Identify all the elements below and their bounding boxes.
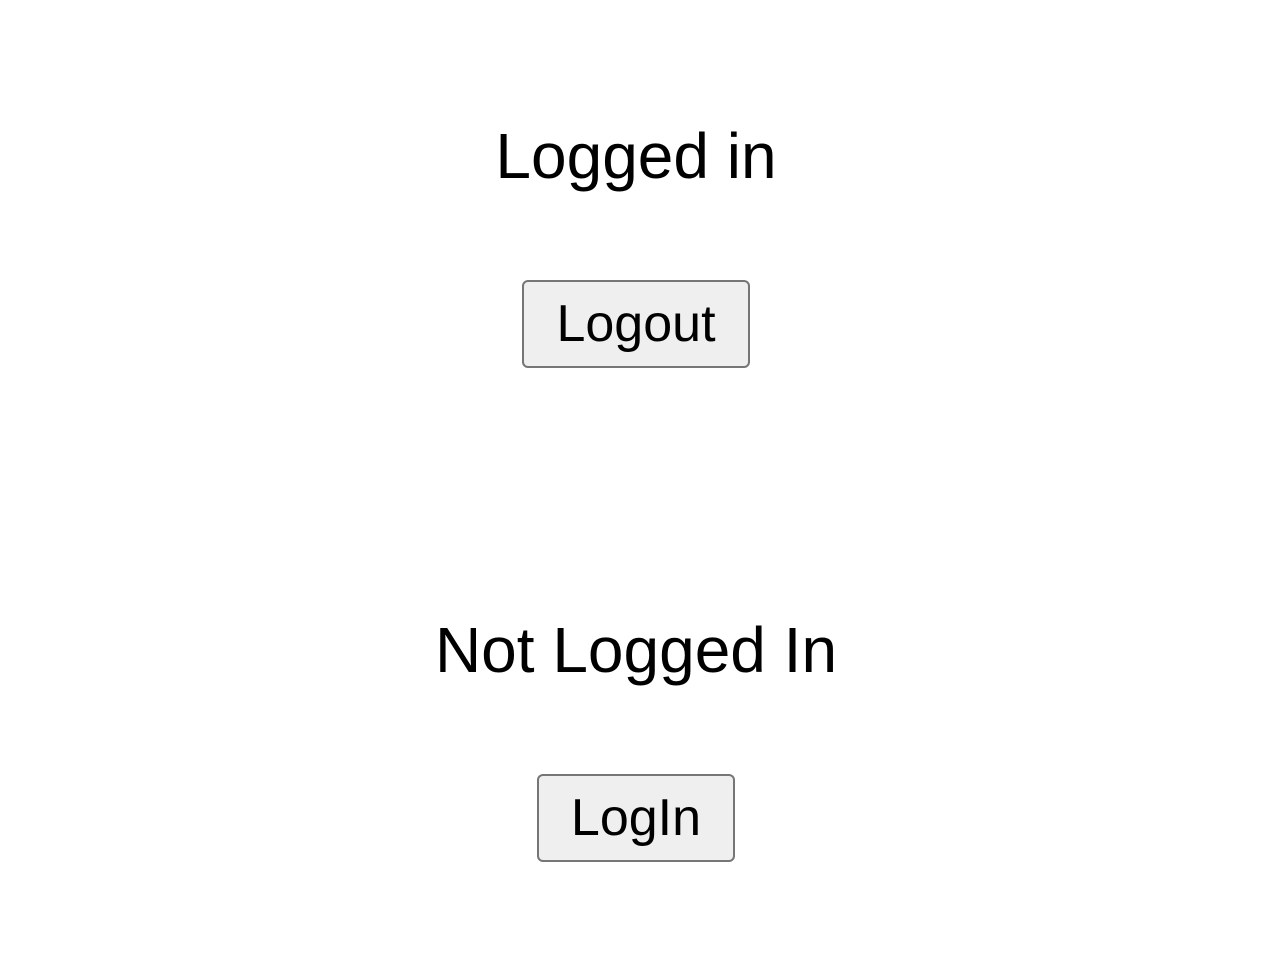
not-logged-in-status-text: Not Logged In (434, 614, 838, 686)
logout-button[interactable]: Logout (522, 280, 750, 368)
not-logged-in-section: Not Logged In LogIn (0, 612, 1272, 862)
logged-in-section: Logged in Logout (0, 118, 1272, 368)
page: Logged in Logout Not Logged In LogIn (0, 0, 1272, 958)
logged-in-status-text: Logged in (495, 120, 777, 192)
login-button[interactable]: LogIn (536, 774, 736, 862)
